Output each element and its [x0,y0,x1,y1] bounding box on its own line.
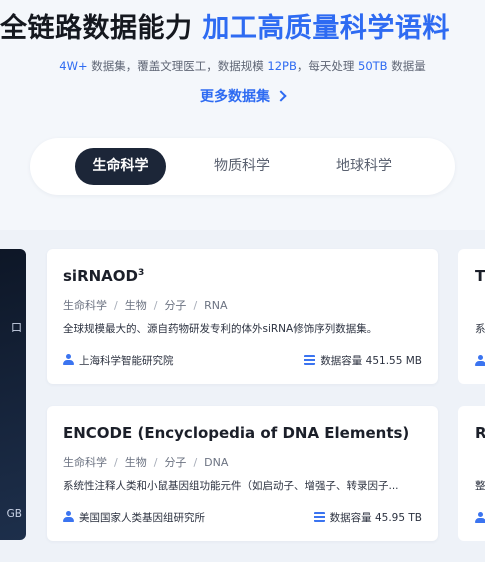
dataset-card-partial[interactable]: R 整 [458,406,485,541]
tab-earth-science[interactable]: 地球科学 [322,148,406,185]
dataset-card-partial[interactable]: T 系 [458,249,485,384]
stat-text-1: 数据集，覆盖文理医工，数据规模 [87,59,268,73]
featured-card-size: GB [6,508,22,520]
user-icon [63,511,74,522]
dataset-tag: 生物 [124,299,147,312]
more-datasets-link[interactable]: 更多数据集 [0,86,485,106]
dataset-name: siRNAOD3 [63,267,144,285]
dataset-tags: 生命科学 / 生物 / 分子 / DNA [63,454,228,470]
stat-text-2: ，每天处理 [296,59,359,73]
tab-life-science[interactable]: 生命科学 [75,148,166,185]
dataset-name-superscript: 3 [138,268,145,278]
database-icon [304,355,316,365]
user-icon [475,512,485,523]
organization-name: 上海科学智能研究院 [79,355,174,367]
dataset-description: 整 [475,480,485,492]
dataset-card[interactable]: ENCODE (Encyclopedia of DNA Elements) 生命… [47,406,438,541]
dataset-tags: 生命科学 / 生物 / 分子 / RNA [63,297,228,313]
dataset-name: ENCODE (Encyclopedia of DNA Elements) [63,424,409,442]
tab-material-science[interactable]: 物质科学 [200,148,284,185]
dataset-description: 系 [475,323,485,335]
dataset-tag: 生命科学 [63,456,107,469]
dataset-tag: 分子 [164,456,187,469]
tag-separator: / [114,456,118,469]
dataset-organization: 美国国家人类基因组研究所 [63,510,205,525]
hero-title-primary: 全链路数据能力 [0,13,193,44]
hero-section: 全链路数据能力 加工高质量科学语料 4W+ 数据集，覆盖文理医工，数据规模 12… [0,0,485,230]
dataset-tag: 分子 [164,299,187,312]
featured-card-text: 口 [11,321,22,334]
database-icon [313,512,325,522]
dataset-name: T [475,267,485,285]
tag-separator: / [153,299,158,312]
dataset-name-text: siRNAOD [63,267,138,285]
hero-title: 全链路数据能力 加工高质量科学语料 [0,6,450,45]
hero-title-highlight: 加工高质量科学语料 [202,13,450,44]
dataset-organization: 上海科学智能研究院 [63,353,174,368]
more-datasets-label: 更多数据集 [200,89,270,105]
dataset-tag: RNA [204,299,228,312]
tag-separator: / [193,456,198,469]
tag-separator: / [153,456,158,469]
organization-name: 美国国家人类基因组研究所 [79,512,205,524]
dataset-volume: 数据容量 451.55 MB [304,353,422,368]
user-icon [63,354,74,365]
stat-dataset-count: 4W+ [59,59,88,73]
volume-text: 数据容量 45.95 TB [329,512,422,524]
dataset-name-text: ENCODE (Encyclopedia of DNA Elements) [63,424,410,442]
tag-separator: / [193,299,198,312]
dataset-tag: 生命科学 [63,299,107,312]
stat-data-scale: 12PB [267,59,297,73]
dataset-tag: DNA [204,456,229,469]
dataset-description: 全球规模最大的、源自药物研发专利的体外siRNA修饰序列数据集。 [63,323,378,335]
tag-separator: / [114,299,118,312]
dataset-description: 系统性注释人类和小鼠基因组功能元件（如启动子、增强子、转录因子... [63,480,399,492]
stat-daily-volume: 50TB [358,59,388,73]
featured-dataset-card[interactable]: 口 GB [0,249,26,540]
user-icon [475,355,485,366]
volume-text: 数据容量 451.55 MB [320,355,422,367]
hero-stats: 4W+ 数据集，覆盖文理医工，数据规模 12PB，每天处理 50TB 数据量 [0,58,485,74]
dataset-card[interactable]: siRNAOD3 生命科学 / 生物 / 分子 / RNA 全球规模最大的、源自药物研发专利… [47,249,438,384]
chevron-right-icon [275,90,287,102]
dataset-tag: 生物 [124,456,147,469]
dataset-volume: 数据容量 45.95 TB [313,510,422,525]
stat-text-3: 数据量 [387,59,426,73]
category-tabs: 生命科学 物质科学 地球科学 [30,138,455,195]
dataset-name: R [475,424,485,442]
